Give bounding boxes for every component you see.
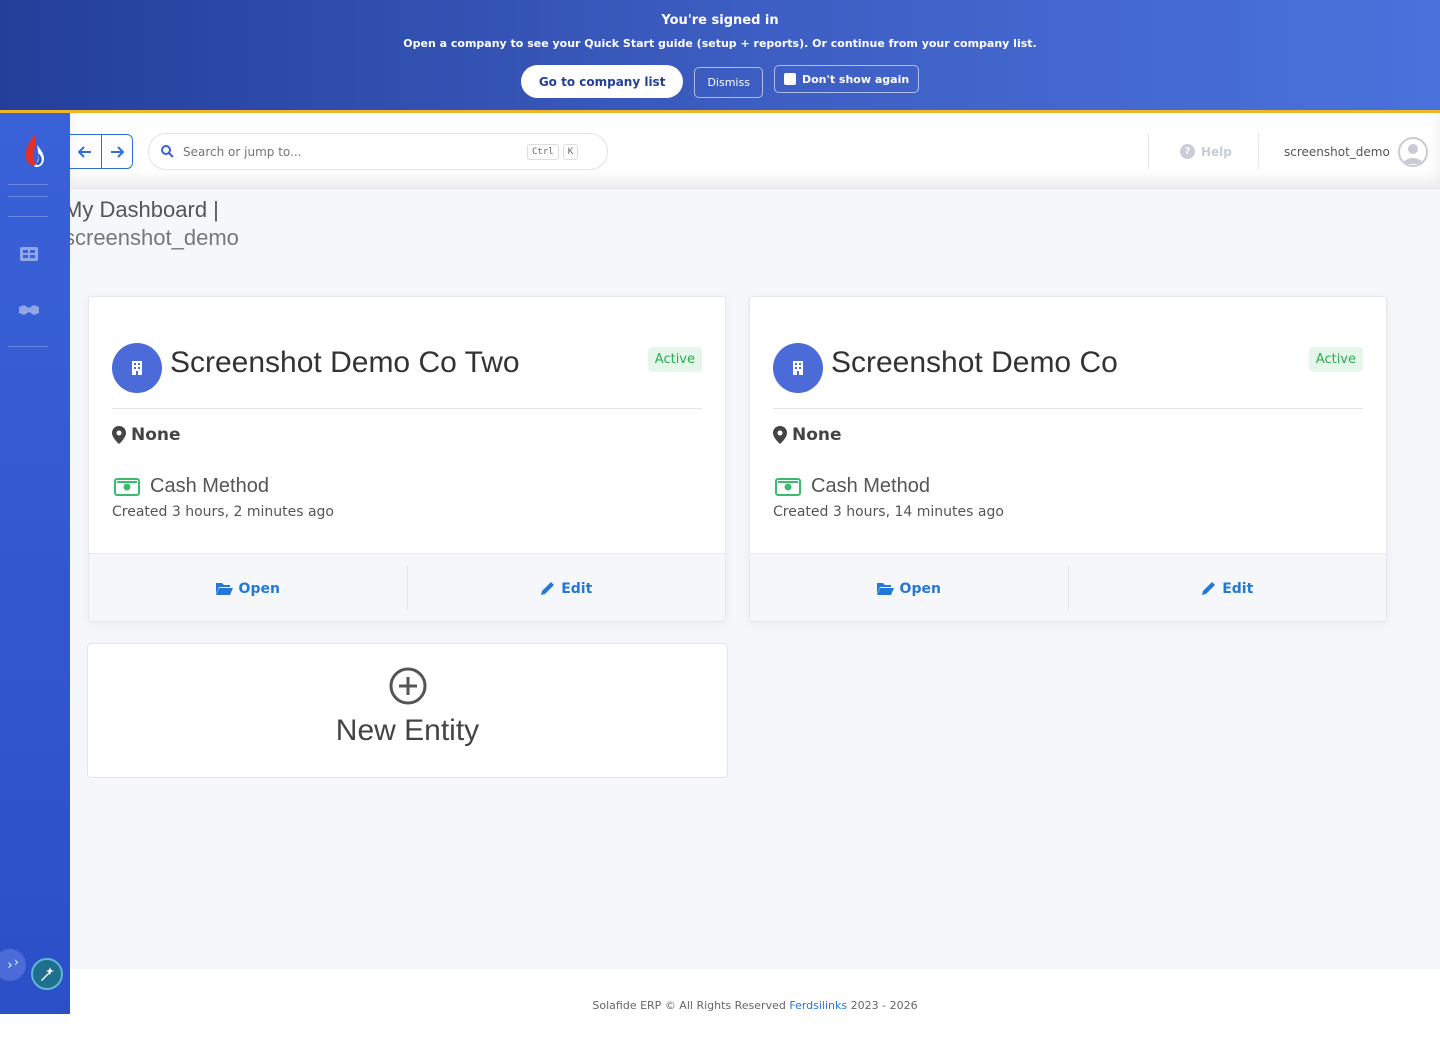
dashboard-grid-icon[interactable] bbox=[18, 245, 40, 263]
sidebar-divider bbox=[8, 184, 48, 185]
username: screenshot_demo bbox=[1284, 145, 1390, 159]
question-circle-icon: ? bbox=[1180, 144, 1195, 159]
banner-subtitle: Open a company to see your Quick Start g… bbox=[403, 37, 1037, 50]
forward-button[interactable] bbox=[102, 135, 133, 168]
edit-button[interactable]: Edit bbox=[1067, 566, 1387, 611]
history-nav bbox=[70, 134, 133, 169]
signed-in-banner: You're signed in Open a company to see y… bbox=[0, 0, 1440, 113]
open-button[interactable]: Open bbox=[89, 554, 407, 621]
search-input[interactable] bbox=[183, 144, 523, 159]
created-timestamp: Created 3 hours, 2 minutes ago bbox=[112, 504, 334, 520]
top-header: Ctrl K ? Help screenshot_demo bbox=[70, 113, 1440, 189]
card-actions: Open Edit bbox=[750, 553, 1387, 621]
entity-name[interactable]: Screenshot Demo Co bbox=[831, 346, 1118, 380]
arrow-left-icon bbox=[78, 145, 92, 158]
help-button[interactable]: ? Help bbox=[1180, 144, 1232, 159]
sidebar-divider bbox=[8, 216, 48, 217]
bottom-strip bbox=[0, 1014, 70, 1041]
method-value: Cash Method bbox=[811, 475, 930, 497]
map-marker-icon bbox=[112, 426, 126, 444]
entity-card: Screenshot Demo Co Active None Cash Meth… bbox=[749, 296, 1387, 622]
pencil-icon bbox=[541, 582, 555, 595]
entity-name[interactable]: Screenshot Demo Co Two bbox=[170, 346, 520, 380]
footer-company-link[interactable]: Ferdsilinks bbox=[789, 999, 847, 1012]
search-bar[interactable]: Ctrl K bbox=[148, 133, 608, 170]
user-avatar-icon bbox=[1397, 137, 1428, 167]
user-menu[interactable]: screenshot_demo bbox=[1284, 137, 1428, 167]
header-divider bbox=[1258, 133, 1259, 169]
location-value: None bbox=[131, 425, 181, 445]
back-button[interactable] bbox=[70, 135, 102, 168]
plus-circle-icon bbox=[389, 667, 427, 705]
sidebar-expand-button[interactable]: › bbox=[0, 949, 26, 981]
building-icon bbox=[773, 343, 823, 393]
dont-show-checkbox[interactable] bbox=[783, 73, 796, 85]
dismiss-button[interactable]: Dismiss bbox=[694, 67, 763, 98]
folder-open-icon bbox=[876, 583, 894, 595]
page-footer: Solafide ERP © All Rights Reserved Ferds… bbox=[70, 969, 1440, 1041]
page-title-sub: screenshot_demo bbox=[64, 225, 239, 250]
dont-show-again-toggle[interactable]: Don't show again bbox=[773, 65, 920, 93]
footer-suffix: 2023 - 2026 bbox=[847, 999, 918, 1012]
method-value: Cash Method bbox=[150, 475, 269, 497]
card-divider bbox=[773, 408, 1363, 409]
money-bill-icon bbox=[775, 477, 801, 496]
open-button[interactable]: Open bbox=[750, 554, 1068, 621]
entity-card: Screenshot Demo Co Two Active None Cash … bbox=[88, 296, 726, 622]
shortcut-ctrl-key: Ctrl bbox=[527, 143, 559, 160]
status-badge: Active bbox=[1308, 347, 1363, 372]
edit-label: Edit bbox=[561, 580, 593, 597]
sidebar-divider bbox=[8, 346, 48, 347]
card-actions: Open Edit bbox=[89, 553, 726, 621]
sidebar-divider bbox=[8, 196, 48, 197]
page-title-main: My Dashboard | bbox=[64, 197, 219, 222]
accounting-method: Cash Method bbox=[114, 475, 269, 498]
page-title: My Dashboard | screenshot_demo bbox=[64, 196, 239, 252]
edit-label: Edit bbox=[1222, 580, 1254, 597]
banner-actions: Go to company list Dismiss Don't show ag… bbox=[0, 65, 1440, 98]
sidebar: › › bbox=[0, 113, 70, 1014]
pencil-icon bbox=[1202, 582, 1216, 595]
money-bill-icon bbox=[114, 477, 140, 496]
new-entity-label: New Entity bbox=[335, 714, 480, 747]
location-value: None bbox=[792, 425, 842, 445]
created-timestamp: Created 3 hours, 14 minutes ago bbox=[773, 504, 1004, 520]
edit-button[interactable]: Edit bbox=[406, 566, 726, 611]
open-label: Open bbox=[238, 580, 280, 597]
go-to-company-list-button[interactable]: Go to company list bbox=[520, 65, 684, 98]
new-entity-card[interactable]: New Entity bbox=[87, 643, 728, 778]
building-icon bbox=[112, 343, 162, 393]
footer-prefix: Solafide ERP © All Rights Reserved bbox=[592, 999, 790, 1012]
entity-location: None bbox=[112, 425, 181, 445]
header-divider bbox=[1148, 133, 1149, 169]
magic-wand-icon[interactable] bbox=[31, 958, 63, 990]
help-label: Help bbox=[1201, 144, 1232, 159]
arrow-right-icon bbox=[110, 145, 124, 158]
banner-title: You're signed in bbox=[661, 13, 779, 28]
card-divider bbox=[112, 408, 702, 409]
status-badge: Active bbox=[647, 347, 702, 372]
folder-open-icon bbox=[215, 583, 233, 595]
chevron-right-icon[interactable]: › bbox=[14, 955, 19, 969]
flame-logo-icon[interactable] bbox=[20, 131, 50, 169]
entity-location: None bbox=[773, 425, 842, 445]
shortcut-k-key: K bbox=[562, 143, 579, 160]
dont-show-label: Don't show again bbox=[801, 72, 910, 86]
handshake-icon[interactable] bbox=[18, 301, 40, 319]
accounting-method: Cash Method bbox=[775, 475, 930, 498]
search-icon bbox=[161, 145, 174, 158]
map-marker-icon bbox=[773, 426, 787, 444]
open-label: Open bbox=[899, 580, 941, 597]
